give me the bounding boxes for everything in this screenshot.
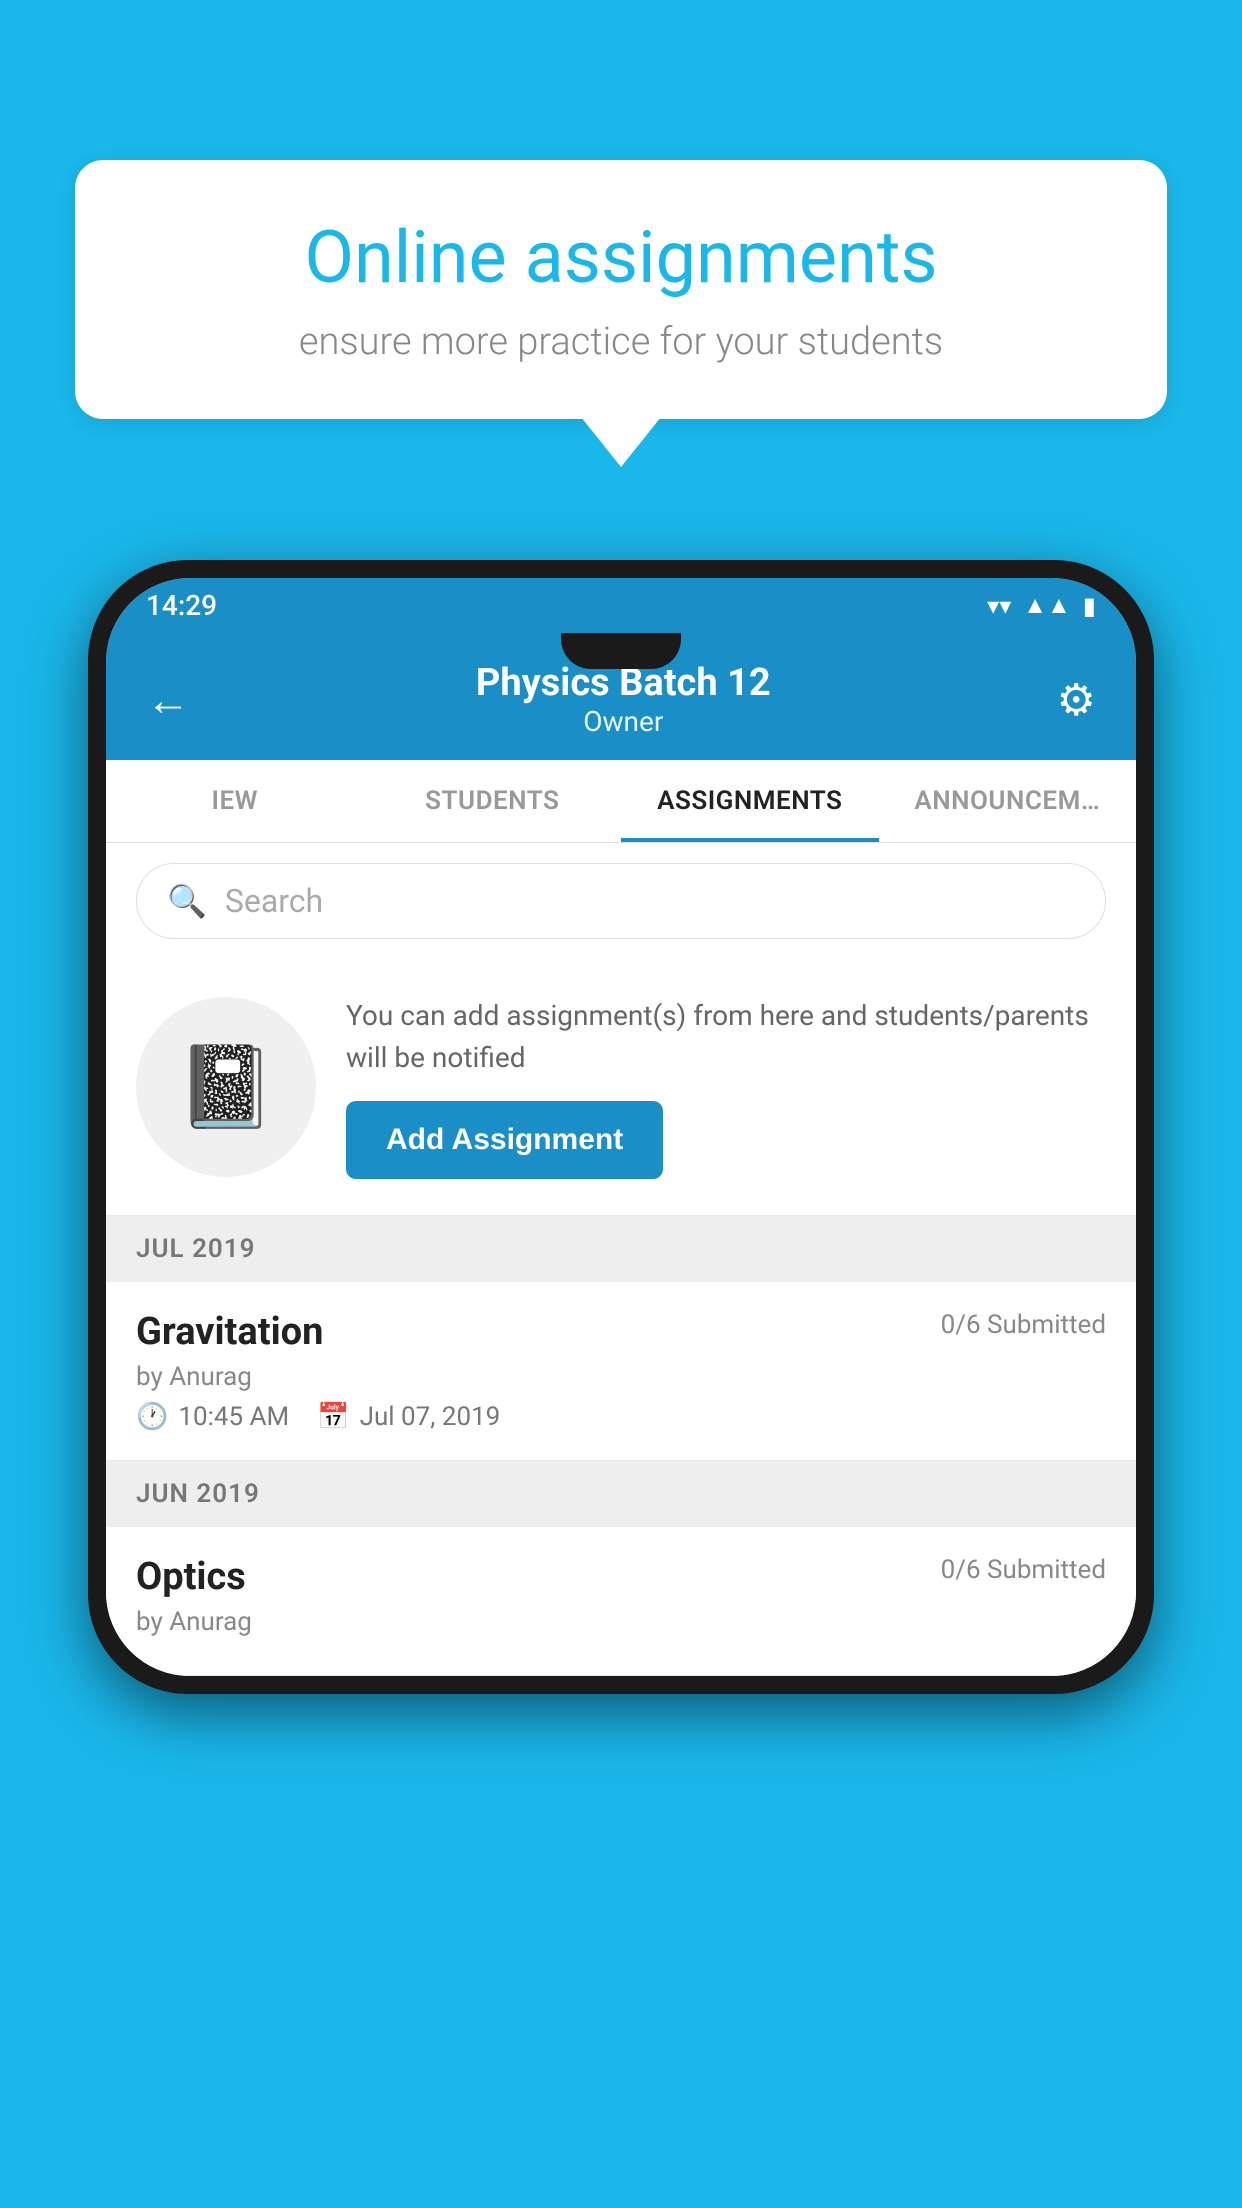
assignment-name-optics: Optics xyxy=(136,1555,246,1599)
assignment-item-gravitation[interactable]: Gravitation 0/6 Submitted by Anurag 🕐 10… xyxy=(106,1282,1136,1461)
search-icon: 🔍 xyxy=(167,882,207,920)
assignment-name: Gravitation xyxy=(136,1310,323,1354)
tabs-bar: IEW STUDENTS ASSIGNMENTS ANNOUNCEM… xyxy=(106,760,1136,843)
promo-text: You can add assignment(s) from here and … xyxy=(346,995,1106,1079)
tab-students[interactable]: STUDENTS xyxy=(364,760,622,842)
back-button[interactable]: ← xyxy=(146,674,190,726)
tab-iew[interactable]: IEW xyxy=(106,760,364,842)
calendar-icon: 📅 xyxy=(317,1402,349,1432)
signal-icon: ▲▲ xyxy=(1023,591,1071,620)
phone-screen: 14:29 ▾▾ ▲▲ ▮ ← Physics Batch 12 Owner ⚙ xyxy=(106,578,1136,1676)
speech-bubble: Online assignments ensure more practice … xyxy=(75,160,1167,419)
month-separator-jun: JUN 2019 xyxy=(106,1461,1136,1527)
submitted-badge-optics: 0/6 Submitted xyxy=(941,1555,1106,1585)
clock-icon: 🕐 xyxy=(136,1402,168,1432)
meta-time: 🕐 10:45 AM xyxy=(136,1402,289,1432)
assignment-header: Gravitation 0/6 Submitted xyxy=(136,1310,1106,1354)
content-area: 🔍 Search 📓 You can add assignment(s) fro… xyxy=(106,843,1136,1676)
status-icons: ▾▾ ▲▲ ▮ xyxy=(987,591,1096,620)
assignment-time: 10:45 AM xyxy=(178,1402,289,1432)
phone-notch xyxy=(561,633,681,669)
battery-icon: ▮ xyxy=(1083,592,1096,620)
add-assignment-button[interactable]: Add Assignment xyxy=(346,1101,663,1179)
month-separator-jul: JUL 2019 xyxy=(106,1216,1136,1282)
promo-section: 📓 You can add assignment(s) from here an… xyxy=(106,959,1136,1216)
assignment-author: by Anurag xyxy=(136,1362,1106,1392)
search-container: 🔍 Search xyxy=(106,843,1136,959)
search-bar[interactable]: 🔍 Search xyxy=(136,863,1106,939)
meta-date: 📅 Jul 07, 2019 xyxy=(317,1402,500,1432)
assignment-author-optics: by Anurag xyxy=(136,1607,1106,1637)
status-bar: 14:29 ▾▾ ▲▲ ▮ xyxy=(106,578,1136,633)
wifi-icon: ▾▾ xyxy=(987,592,1011,620)
phone-device: 14:29 ▾▾ ▲▲ ▮ ← Physics Batch 12 Owner ⚙ xyxy=(88,560,1154,1694)
promo-icon-circle: 📓 xyxy=(136,997,316,1177)
settings-button[interactable]: ⚙ xyxy=(1057,674,1096,726)
promo-right: You can add assignment(s) from here and … xyxy=(346,995,1106,1179)
phone-outer-shell: 14:29 ▾▾ ▲▲ ▮ ← Physics Batch 12 Owner ⚙ xyxy=(88,560,1154,1694)
assignment-item-optics[interactable]: Optics 0/6 Submitted by Anurag xyxy=(106,1527,1136,1676)
search-placeholder: Search xyxy=(225,882,323,920)
speech-bubble-container: Online assignments ensure more practice … xyxy=(75,160,1167,419)
assignment-meta: 🕐 10:45 AM 📅 Jul 07, 2019 xyxy=(136,1402,1106,1432)
assignment-header-optics: Optics 0/6 Submitted xyxy=(136,1555,1106,1599)
notebook-icon: 📓 xyxy=(176,1040,276,1134)
submitted-badge: 0/6 Submitted xyxy=(941,1310,1106,1340)
header-center: Physics Batch 12 Owner xyxy=(476,661,771,738)
status-time: 14:29 xyxy=(146,589,217,622)
bubble-subtitle: ensure more practice for your students xyxy=(135,320,1107,364)
assignment-date: Jul 07, 2019 xyxy=(360,1402,501,1432)
tab-announcements[interactable]: ANNOUNCEM… xyxy=(879,760,1137,842)
tab-assignments[interactable]: ASSIGNMENTS xyxy=(621,760,879,842)
header-subtitle: Owner xyxy=(476,705,771,738)
bubble-title: Online assignments xyxy=(135,215,1107,300)
